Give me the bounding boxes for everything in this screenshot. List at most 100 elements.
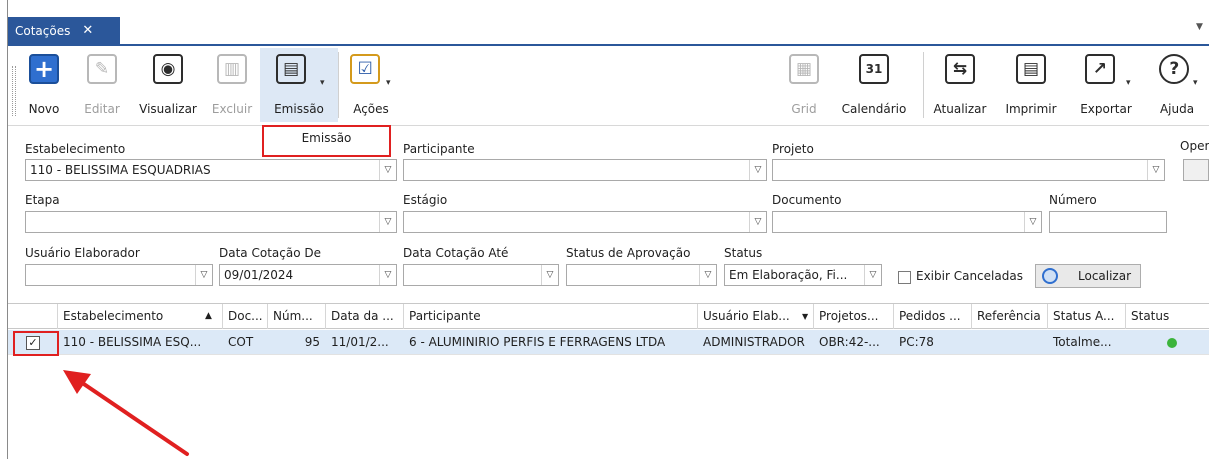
novo-label: Novo <box>28 102 60 116</box>
calendario-label: Calendário <box>841 102 907 116</box>
col-projetos[interactable]: Projetos... <box>814 304 894 329</box>
exportar-label: Exportar <box>1080 102 1132 116</box>
projeto-label: Projeto <box>772 142 814 156</box>
status-select[interactable]: Em Elaboração, Fi... ▽ <box>724 264 882 286</box>
emissao-label: Emissão <box>274 102 324 116</box>
emissao-menu-item[interactable]: Emissão <box>262 125 391 157</box>
emissao-button[interactable]: ▤ ▾ Emissão <box>260 48 338 122</box>
calendario-button[interactable]: 31 Calendário <box>834 48 914 122</box>
visualizar-button[interactable]: ◉ Visualizar <box>132 48 204 122</box>
status-label: Status <box>724 246 763 260</box>
chevron-down-icon[interactable]: ▼ <box>1196 22 1203 32</box>
documento-select[interactable]: ▽ <box>772 211 1042 233</box>
estabelecimento-select[interactable]: 110 - BELISSIMA ESQUADRIAS ▽ <box>25 159 397 181</box>
search-icon <box>1042 268 1058 284</box>
col-status-aprovacao[interactable]: Status A... <box>1048 304 1126 329</box>
chevron-down-icon[interactable]: ▽ <box>379 160 396 180</box>
participante-select[interactable]: ▽ <box>403 159 767 181</box>
usuario-select[interactable]: ▽ <box>25 264 213 286</box>
novo-button[interactable]: + Novo <box>22 48 66 122</box>
col-numero[interactable]: Núm... <box>268 304 326 329</box>
estagio-label: Estágio <box>403 193 448 207</box>
usuario-label: Usuário Elaborador <box>25 246 140 260</box>
col-documento[interactable]: Doc... <box>223 304 268 329</box>
atualizar-label: Atualizar <box>933 102 987 116</box>
col-select[interactable] <box>8 304 58 329</box>
status-aprovacao-select[interactable]: ▽ <box>566 264 717 286</box>
chevron-down-icon[interactable]: ▾ <box>1126 78 1131 88</box>
estagio-select[interactable]: ▽ <box>403 211 767 233</box>
cell-status-aprovacao: Totalme... <box>1053 335 1112 349</box>
participante-label: Participante <box>403 142 475 156</box>
data-ate-field[interactable]: ▽ <box>403 264 559 286</box>
chevron-down-icon[interactable]: ▽ <box>195 265 212 285</box>
data-de-field[interactable]: 09/01/2024 ▽ <box>219 264 397 286</box>
projeto-select[interactable]: ▽ <box>772 159 1165 181</box>
col-pedidos[interactable]: Pedidos ... <box>894 304 972 329</box>
col-usuario-label: Usuário Elab... <box>703 309 790 323</box>
cell-pedidos: PC:78 <box>899 335 934 349</box>
acoes-button[interactable]: ☑ ▾ Ações <box>342 48 400 122</box>
atualizar-button[interactable]: ⇆ Atualizar <box>926 48 994 122</box>
col-data[interactable]: Data da ... <box>326 304 404 329</box>
data-ate-label: Data Cotação Até <box>403 246 509 260</box>
imprimir-button[interactable]: ▤ Imprimir <box>996 48 1066 122</box>
printer-icon: ▤ <box>276 54 307 84</box>
localizar-button[interactable]: Localizar <box>1035 264 1141 288</box>
cell-numero: 95 <box>304 335 320 349</box>
grid-label: Grid <box>791 102 817 116</box>
documento-label: Documento <box>772 193 842 207</box>
plus-icon: + <box>29 54 59 84</box>
cell-projetos: OBR:42-... <box>819 335 880 349</box>
col-participante[interactable]: Participante <box>404 304 698 329</box>
toolbar-grip[interactable] <box>12 66 16 116</box>
cell-estabelecimento: 110 - BELISSIMA ESQ... <box>63 335 202 349</box>
localizar-label: Localizar <box>1078 269 1132 283</box>
col-status[interactable]: Status <box>1126 304 1209 329</box>
filter-icon[interactable]: ▼ <box>802 304 808 329</box>
chevron-down-icon[interactable]: ▽ <box>749 160 766 180</box>
numero-input[interactable] <box>1049 211 1167 233</box>
cell-referencia <box>972 330 1048 355</box>
col-referencia[interactable]: Referência <box>972 304 1048 329</box>
exibir-canceladas-checkbox[interactable] <box>898 271 911 284</box>
exportar-button[interactable]: ↗ ▾ Exportar <box>1068 48 1144 122</box>
chevron-down-icon[interactable]: ▽ <box>699 265 716 285</box>
estabelecimento-value: 110 - BELISSIMA ESQUADRIAS <box>30 163 211 177</box>
status-value: Em Elaboração, Fi... <box>729 268 848 282</box>
editar-button[interactable]: ✎ Editar <box>78 48 126 122</box>
chevron-down-icon[interactable]: ▽ <box>864 265 881 285</box>
chevron-down-icon[interactable]: ▾ <box>386 78 391 88</box>
chevron-down-icon[interactable]: ▽ <box>379 212 396 232</box>
cell-participante: 6 - ALUMINIRIO PERFIS E FERRAGENS LTDA <box>409 335 666 349</box>
cell-usuario: ADMINISTRADOR <box>703 335 805 349</box>
chevron-down-icon[interactable]: ▽ <box>379 265 396 285</box>
toolbar-separator <box>923 52 924 118</box>
grid-button[interactable]: ▦ Grid <box>780 48 828 122</box>
chevron-down-icon[interactable]: ▽ <box>541 265 558 285</box>
checklist-icon: ☑ <box>350 54 381 84</box>
col-usuario[interactable]: Usuário Elab... ▼ <box>698 304 814 329</box>
operacao-label: Oper <box>1180 139 1209 153</box>
etapa-select[interactable]: ▽ <box>25 211 397 233</box>
chevron-down-icon[interactable]: ▾ <box>1193 78 1198 88</box>
calendar-icon: 31 <box>859 54 889 84</box>
export-icon: ↗ <box>1084 54 1115 84</box>
operacao-field[interactable] <box>1183 159 1209 181</box>
data-de-value: 09/01/2024 <box>224 268 294 282</box>
chevron-down-icon[interactable]: ▾ <box>320 78 325 88</box>
status-aprovacao-label: Status de Aprovação <box>566 246 691 260</box>
chevron-down-icon[interactable]: ▽ <box>749 212 766 232</box>
excluir-button[interactable]: ▥ Excluir <box>207 48 257 122</box>
ajuda-label: Ajuda <box>1159 102 1195 116</box>
col-estabelecimento[interactable]: Estabelecimento ▲ <box>58 304 223 329</box>
chevron-down-icon[interactable]: ▽ <box>1147 160 1164 180</box>
close-icon[interactable]: ✕ <box>82 23 93 38</box>
tab-cotacoes[interactable]: Cotações ✕ <box>8 17 120 44</box>
sort-up-icon: ▲ <box>205 311 212 321</box>
trash-icon: ▥ <box>217 54 247 84</box>
tab-strip <box>8 0 1209 46</box>
ajuda-button[interactable]: ? ▾ Ajuda <box>1150 48 1204 122</box>
numero-label: Número <box>1049 193 1097 207</box>
chevron-down-icon[interactable]: ▽ <box>1024 212 1041 232</box>
